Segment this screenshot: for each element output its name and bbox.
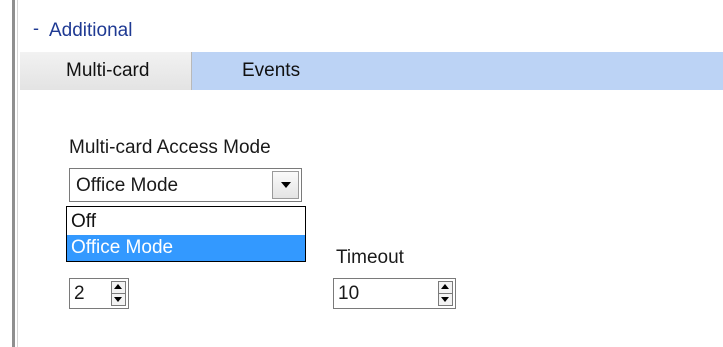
dropdown-option-office-mode[interactable]: Office Mode xyxy=(67,235,305,261)
tab-multi-card-label: Multi-card xyxy=(66,60,150,81)
timeout-spin-buttons xyxy=(438,281,453,306)
section-title: Additional xyxy=(49,20,133,41)
access-mode-select[interactable]: Office Mode xyxy=(69,168,302,202)
left-divider-inner xyxy=(17,0,18,347)
timeout-decrement-icon[interactable] xyxy=(439,294,452,305)
size-increment-icon[interactable] xyxy=(112,282,125,294)
timeout-spinner[interactable]: 10 xyxy=(333,278,456,309)
tab-multi-card[interactable]: Multi-card xyxy=(20,52,192,90)
size-decrement-icon[interactable] xyxy=(112,294,125,305)
dropdown-option-off[interactable]: Off xyxy=(67,209,305,235)
dropdown-arrow-icon[interactable] xyxy=(272,171,299,199)
left-divider xyxy=(12,0,15,347)
tab-events-label: Events xyxy=(242,60,301,81)
size-spin-buttons xyxy=(111,281,126,306)
timeout-value[interactable]: 10 xyxy=(338,283,359,305)
timeout-increment-icon[interactable] xyxy=(439,282,452,294)
size-value[interactable]: 2 xyxy=(74,283,85,305)
access-mode-dropdown-list: Off Office Mode xyxy=(66,206,306,262)
access-mode-selected-value: Office Mode xyxy=(76,175,179,196)
timeout-label: Timeout xyxy=(336,247,404,268)
tab-bar: Multi-card Events xyxy=(20,52,723,90)
collapse-icon[interactable]: - xyxy=(33,19,39,37)
tab-events[interactable]: Events xyxy=(242,52,300,90)
size-spinner[interactable]: 2 xyxy=(69,278,129,309)
access-mode-label: Multi-card Access Mode xyxy=(69,137,271,158)
section-header-additional[interactable]: - Additional xyxy=(33,18,132,44)
